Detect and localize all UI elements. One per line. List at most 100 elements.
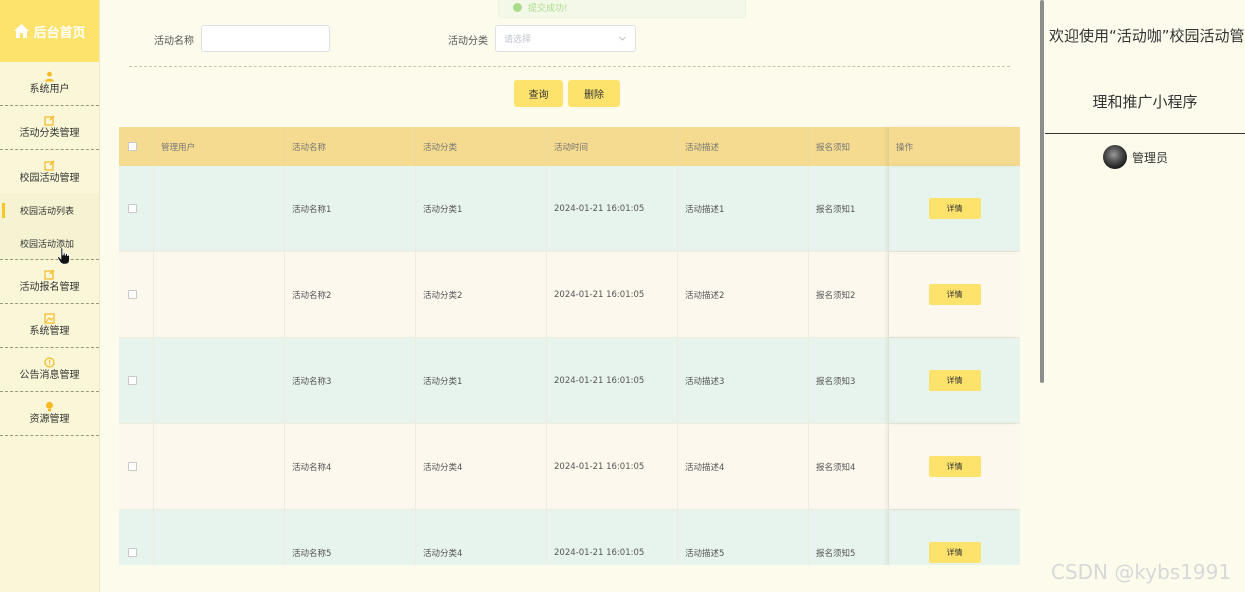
activity-table: 管理用户 活动名称 活动分类 活动时间 活动描述 报名须知 操作 活动名称1 活… xyxy=(119,127,1020,565)
cell-name: 活动名称1 xyxy=(285,166,416,251)
row-select-cell xyxy=(119,166,154,251)
activity-category-select[interactable]: 请选择 xyxy=(495,25,636,52)
right-panel: 欢迎使用“活动咖”校园活动管 理和推广小程序 管理员 CSDN @kybs199… xyxy=(1045,0,1245,592)
cell-category: 活动分类4 xyxy=(416,424,547,509)
cell-category: 活动分类4 xyxy=(416,510,547,565)
row-checkbox[interactable] xyxy=(128,376,137,385)
detail-button[interactable]: 详情 xyxy=(928,198,981,219)
toast-text: 提交成功! xyxy=(528,4,568,14)
sidebar-item-label: 活动分类管理 xyxy=(19,128,80,139)
header-user: 管理用户 xyxy=(154,127,285,166)
edit-icon xyxy=(44,269,55,280)
sidebar-subitem-activity-add[interactable]: 校园活动添加 xyxy=(0,227,99,260)
row-checkbox[interactable] xyxy=(128,204,137,213)
cell-action: 详情 xyxy=(889,424,1020,509)
detail-button[interactable]: 详情 xyxy=(928,370,981,391)
sidebar-item-label: 系统用户 xyxy=(29,84,70,95)
detail-button[interactable]: 详情 xyxy=(928,542,981,563)
user-icon xyxy=(44,71,55,82)
admin-profile[interactable]: 管理员 xyxy=(1103,145,1168,169)
delete-button[interactable]: 删除 xyxy=(568,80,620,107)
bulb-icon xyxy=(44,401,55,412)
main-content: 提交成功! 活动名称 活动分类 请选择 查询 删除 管理用户 活动名称 活动分类… xyxy=(100,0,1040,565)
header-name: 活动名称 xyxy=(285,127,416,166)
cell-description: 活动描述1 xyxy=(678,166,809,251)
activity-category-label: 活动分类 xyxy=(448,36,488,47)
row-checkbox[interactable] xyxy=(128,548,137,557)
avatar[interactable] xyxy=(1103,145,1127,169)
cell-action: 详情 xyxy=(889,510,1020,565)
cell-category: 活动分类1 xyxy=(416,338,547,423)
table-row: 活动名称5 活动分类4 2024-01-21 16:01:05 活动描述5 报名… xyxy=(119,510,1020,565)
divider xyxy=(129,66,1010,67)
select-all-checkbox[interactable] xyxy=(128,142,137,151)
cell-notice: 报名须知2 xyxy=(809,252,889,337)
select-all-cell xyxy=(119,127,154,166)
sidebar-item-category-management[interactable]: 活动分类管理 xyxy=(0,106,99,150)
detail-button[interactable]: 详情 xyxy=(928,284,981,305)
cell-notice: 报名须知3 xyxy=(809,338,889,423)
detail-button[interactable]: 详情 xyxy=(928,456,981,477)
divider xyxy=(1045,133,1245,134)
cell-time: 2024-01-21 16:01:05 xyxy=(547,166,678,251)
cell-action: 详情 xyxy=(889,166,1020,251)
header-time: 活动时间 xyxy=(547,127,678,166)
header-description: 活动描述 xyxy=(678,127,809,166)
cell-time: 2024-01-21 16:01:05 xyxy=(547,252,678,337)
chevron-down-icon xyxy=(618,34,627,43)
cell-notice: 报名须知5 xyxy=(809,510,889,565)
sidebar-title: 后台首页 xyxy=(33,25,86,41)
admin-name: 管理员 xyxy=(1132,150,1169,165)
cell-user xyxy=(154,252,285,337)
query-button[interactable]: 查询 xyxy=(514,80,563,107)
image-icon xyxy=(44,313,55,324)
cell-notice: 报名须知1 xyxy=(809,166,889,251)
watermark: CSDN @kybs1991 xyxy=(1051,560,1232,584)
table-row: 活动名称2 活动分类2 2024-01-21 16:01:05 活动描述2 报名… xyxy=(119,252,1020,338)
cell-category: 活动分类2 xyxy=(416,252,547,337)
cell-description: 活动描述3 xyxy=(678,338,809,423)
table-row: 活动名称1 活动分类1 2024-01-21 16:01:05 活动描述1 报名… xyxy=(119,166,1020,252)
success-toast: 提交成功! xyxy=(498,0,746,18)
welcome-text-line2: 理和推广小程序 xyxy=(1092,93,1198,111)
cell-name: 活动名称4 xyxy=(285,424,416,509)
cell-action: 详情 xyxy=(889,338,1020,423)
sidebar-item-resource-management[interactable]: 资源管理 xyxy=(0,392,99,436)
sidebar-item-system-users[interactable]: 系统用户 xyxy=(0,62,99,106)
sidebar-item-campus-activity-management[interactable]: 校园活动管理 xyxy=(0,150,99,194)
header-category: 活动分类 xyxy=(416,127,547,166)
sidebar-item-notice-management[interactable]: 公告消息管理 xyxy=(0,348,99,392)
sidebar-home-link[interactable]: 后台首页 xyxy=(0,0,99,62)
row-checkbox[interactable] xyxy=(128,462,137,471)
table-row: 活动名称4 活动分类4 2024-01-21 16:01:05 活动描述4 报名… xyxy=(119,424,1020,510)
sidebar-item-label: 系统管理 xyxy=(29,326,70,337)
cell-user xyxy=(154,166,285,251)
success-icon xyxy=(513,3,522,12)
activity-name-input[interactable] xyxy=(201,25,330,52)
activity-name-label: 活动名称 xyxy=(154,36,194,47)
cell-action: 详情 xyxy=(889,252,1020,337)
row-checkbox[interactable] xyxy=(128,290,137,299)
sidebar: 后台首页 系统用户 活动分类管理 校园活动管理 校园活动列表 校园活动添加 活动… xyxy=(0,0,100,592)
cell-time: 2024-01-21 16:01:05 xyxy=(547,424,678,509)
sidebar-item-registration-management[interactable]: 活动报名管理 xyxy=(0,260,99,304)
cell-description: 活动描述5 xyxy=(678,510,809,565)
edit-icon xyxy=(44,160,55,171)
header-notice: 报名须知 xyxy=(809,127,889,166)
sidebar-item-label: 公告消息管理 xyxy=(19,370,80,381)
sidebar-subitem-activity-list[interactable]: 校园活动列表 xyxy=(0,194,99,227)
cell-category: 活动分类1 xyxy=(416,166,547,251)
sidebar-item-label: 资源管理 xyxy=(29,414,70,425)
cell-time: 2024-01-21 16:01:05 xyxy=(547,510,678,565)
hand-cursor-icon xyxy=(57,247,70,265)
table-row: 活动名称3 活动分类1 2024-01-21 16:01:05 活动描述3 报名… xyxy=(119,338,1020,424)
vertical-scrollbar[interactable] xyxy=(1040,0,1044,383)
cell-user xyxy=(154,338,285,423)
home-icon xyxy=(13,23,30,39)
search-form: 活动名称 活动分类 请选择 xyxy=(100,25,1040,52)
row-select-cell xyxy=(119,424,154,509)
cell-user xyxy=(154,424,285,509)
sidebar-item-system-management[interactable]: 系统管理 xyxy=(0,304,99,348)
sidebar-item-label: 校园活动管理 xyxy=(19,172,80,184)
cell-name: 活动名称2 xyxy=(285,252,416,337)
